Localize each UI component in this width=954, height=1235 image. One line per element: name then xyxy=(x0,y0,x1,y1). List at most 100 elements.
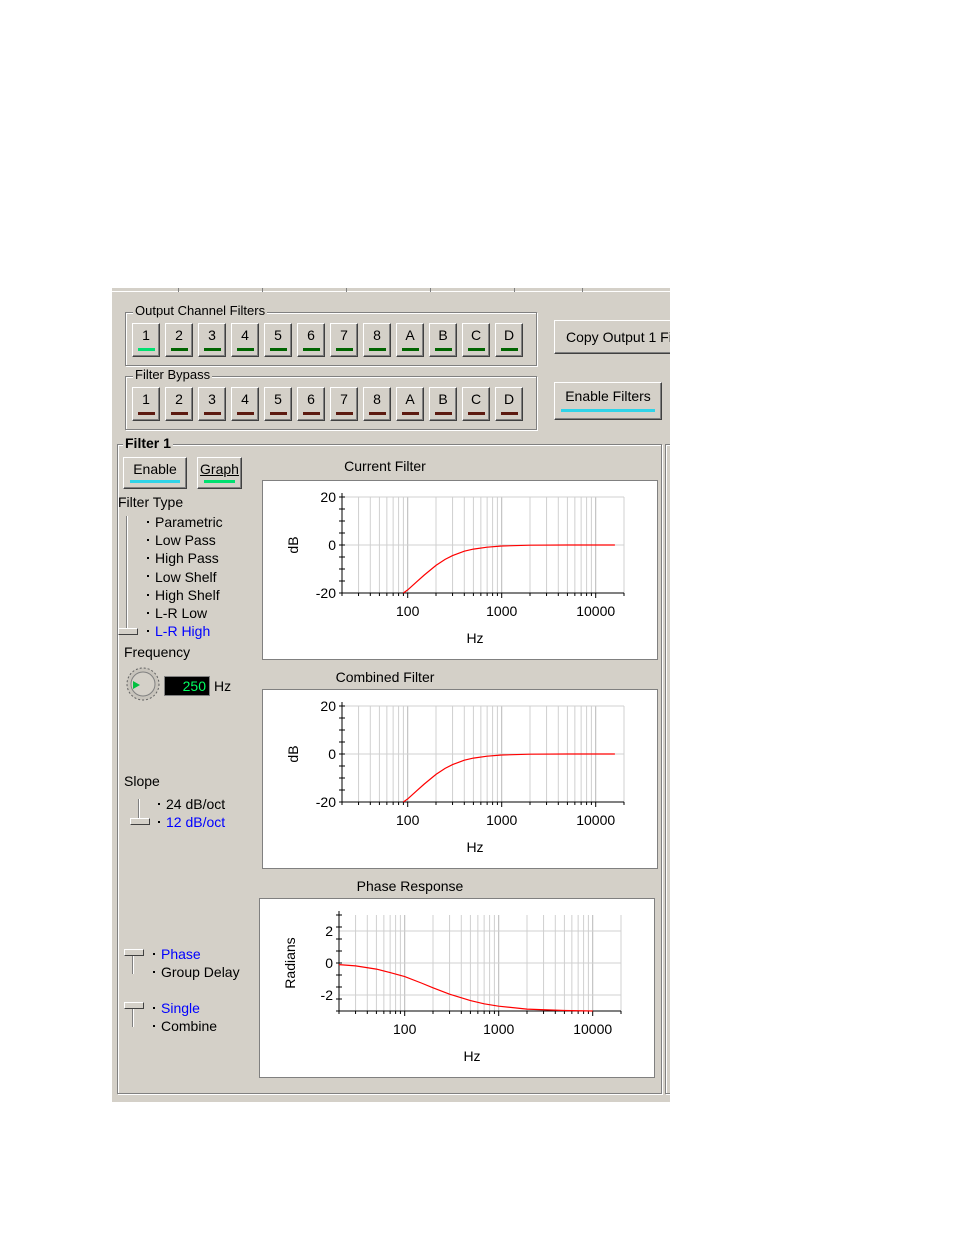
slope-slider-thumb[interactable] xyxy=(130,818,150,825)
option-bullet xyxy=(153,1024,155,1027)
bypass-button-led xyxy=(204,412,221,415)
enable-button[interactable]: Enable xyxy=(123,457,187,489)
frequency-knob[interactable] xyxy=(122,663,164,705)
bypass-button-led xyxy=(435,412,452,415)
y-tick-label: -20 xyxy=(316,794,336,810)
filter-type-label: Filter Type xyxy=(118,494,184,510)
combine-mode-option-single[interactable]: Single xyxy=(153,1000,200,1016)
option-bullet xyxy=(153,1006,155,1009)
bypass-button-b[interactable]: B xyxy=(429,387,457,421)
bypass-button-7[interactable]: 7 xyxy=(330,387,358,421)
slope-label: Slope xyxy=(124,773,160,789)
output-channel-button-7[interactable]: 7 xyxy=(330,323,358,357)
filter-type-slider-thumb[interactable] xyxy=(118,628,138,635)
bypass-button-label: 7 xyxy=(340,391,348,407)
bypass-button-d[interactable]: D xyxy=(495,387,523,421)
output-channel-button-2[interactable]: 2 xyxy=(165,323,193,357)
combined-filter-chart: 20 0 -20 100 1000 10000 Hz dB xyxy=(262,689,658,869)
slope-option-24-db-oct[interactable]: 24 dB/oct xyxy=(158,796,225,812)
tab-divider xyxy=(178,288,179,292)
display-mode-option-group-delay[interactable]: Group Delay xyxy=(153,964,240,980)
option-bullet xyxy=(147,629,149,632)
graph-indicator xyxy=(204,480,235,483)
filter-type-option-high-shelf[interactable]: High Shelf xyxy=(147,587,220,603)
output-channel-button-led xyxy=(501,348,518,351)
bypass-button-label: 2 xyxy=(175,391,183,407)
chart-title-current: Current Filter xyxy=(344,458,426,474)
bypass-button-label: 8 xyxy=(373,391,381,407)
filter-type-option-label: L-R High xyxy=(155,623,211,640)
output-channel-button-b[interactable]: B xyxy=(429,323,457,357)
filter-bypass-label: Filter Bypass xyxy=(133,367,213,382)
display-slider-thumb[interactable] xyxy=(124,949,144,956)
bypass-button-4[interactable]: 4 xyxy=(231,387,259,421)
bypass-button-led xyxy=(501,412,518,415)
output-channel-button-led xyxy=(369,348,386,351)
tab-divider xyxy=(262,288,263,292)
combine-mode-option-label: Combine xyxy=(161,1018,218,1034)
current-filter-chart: 20 0 -20 100 1000 10000 Hz dB xyxy=(262,480,658,660)
x-tick-label: 100 xyxy=(396,812,420,828)
bypass-button-led xyxy=(171,412,188,415)
filter-type-option-l-r-high[interactable]: L-R High xyxy=(147,623,210,639)
tab-divider xyxy=(514,288,515,292)
bypass-button-a[interactable]: A xyxy=(396,387,424,421)
output-channel-button-a[interactable]: A xyxy=(396,323,424,357)
option-bullet xyxy=(147,575,149,578)
output-channel-button-6[interactable]: 6 xyxy=(297,323,325,357)
slope-option-12-db-oct[interactable]: 12 dB/oct xyxy=(158,814,225,830)
filter-type-option-low-pass[interactable]: Low Pass xyxy=(147,532,216,548)
filter-type-option-label: High Shelf xyxy=(155,586,220,603)
filter-type-option-low-shelf[interactable]: Low Shelf xyxy=(147,569,216,585)
option-bullet xyxy=(158,802,160,805)
filter-type-option-label: Low Shelf xyxy=(155,568,217,585)
output-channel-button-label: 4 xyxy=(241,327,249,343)
frequency-readout[interactable]: 250 xyxy=(164,676,210,696)
bypass-button-c[interactable]: C xyxy=(462,387,490,421)
display-mode-option-phase[interactable]: Phase xyxy=(153,946,201,962)
enable-filters-button[interactable]: Enable Filters xyxy=(554,382,662,420)
enable-label: Enable xyxy=(133,461,177,477)
bypass-button-1[interactable]: 1 xyxy=(132,387,160,421)
bypass-button-led xyxy=(303,412,320,415)
output-channel-button-d[interactable]: D xyxy=(495,323,523,357)
output-channel-button-c[interactable]: C xyxy=(462,323,490,357)
frequency-label: Frequency xyxy=(124,644,191,660)
bypass-button-3[interactable]: 3 xyxy=(198,387,226,421)
bypass-button-6[interactable]: 6 xyxy=(297,387,325,421)
y-tick-label: 2 xyxy=(325,923,333,939)
output-channel-button-label: 6 xyxy=(307,327,315,343)
combine-slider-thumb[interactable] xyxy=(124,1002,144,1009)
combine-mode-option-combine[interactable]: Combine xyxy=(153,1018,217,1034)
output-channel-button-label: C xyxy=(470,327,482,343)
enable-indicator xyxy=(130,480,180,483)
option-bullet xyxy=(153,970,155,973)
bypass-button-2[interactable]: 2 xyxy=(165,387,193,421)
x-tick-label: 1000 xyxy=(486,603,517,619)
filter-type-option-high-pass[interactable]: High Pass xyxy=(147,550,219,566)
copy-output-filters-button[interactable]: Copy Output 1 Fi xyxy=(554,320,670,354)
output-channel-button-1[interactable]: 1 xyxy=(132,323,160,357)
y-tick-label: -2 xyxy=(321,987,334,1003)
bypass-button-5[interactable]: 5 xyxy=(264,387,292,421)
output-channel-button-5[interactable]: 5 xyxy=(264,323,292,357)
bypass-button-8[interactable]: 8 xyxy=(363,387,391,421)
filter-type-option-parametric[interactable]: Parametric xyxy=(147,514,223,530)
filter-type-option-l-r-low[interactable]: L-R Low xyxy=(147,605,207,621)
enable-filters-indicator xyxy=(561,409,655,412)
graph-button[interactable]: Graph xyxy=(197,457,242,489)
x-axis-label: Hz xyxy=(466,839,483,855)
output-channel-button-8[interactable]: 8 xyxy=(363,323,391,357)
tab-divider xyxy=(582,288,583,292)
output-channel-button-4[interactable]: 4 xyxy=(231,323,259,357)
filter-type-option-label: Low Pass xyxy=(155,532,216,549)
x-tick-label: 100 xyxy=(393,1021,417,1037)
output-channel-button-3[interactable]: 3 xyxy=(198,323,226,357)
bypass-button-led xyxy=(336,412,353,415)
graph-label: Graph xyxy=(200,461,239,477)
output-channel-button-led xyxy=(237,348,254,351)
x-axis-label: Hz xyxy=(466,630,483,646)
chart-title-phase: Phase Response xyxy=(356,878,464,894)
bypass-button-label: A xyxy=(405,391,415,407)
output-channel-button-label: 1 xyxy=(142,327,150,343)
